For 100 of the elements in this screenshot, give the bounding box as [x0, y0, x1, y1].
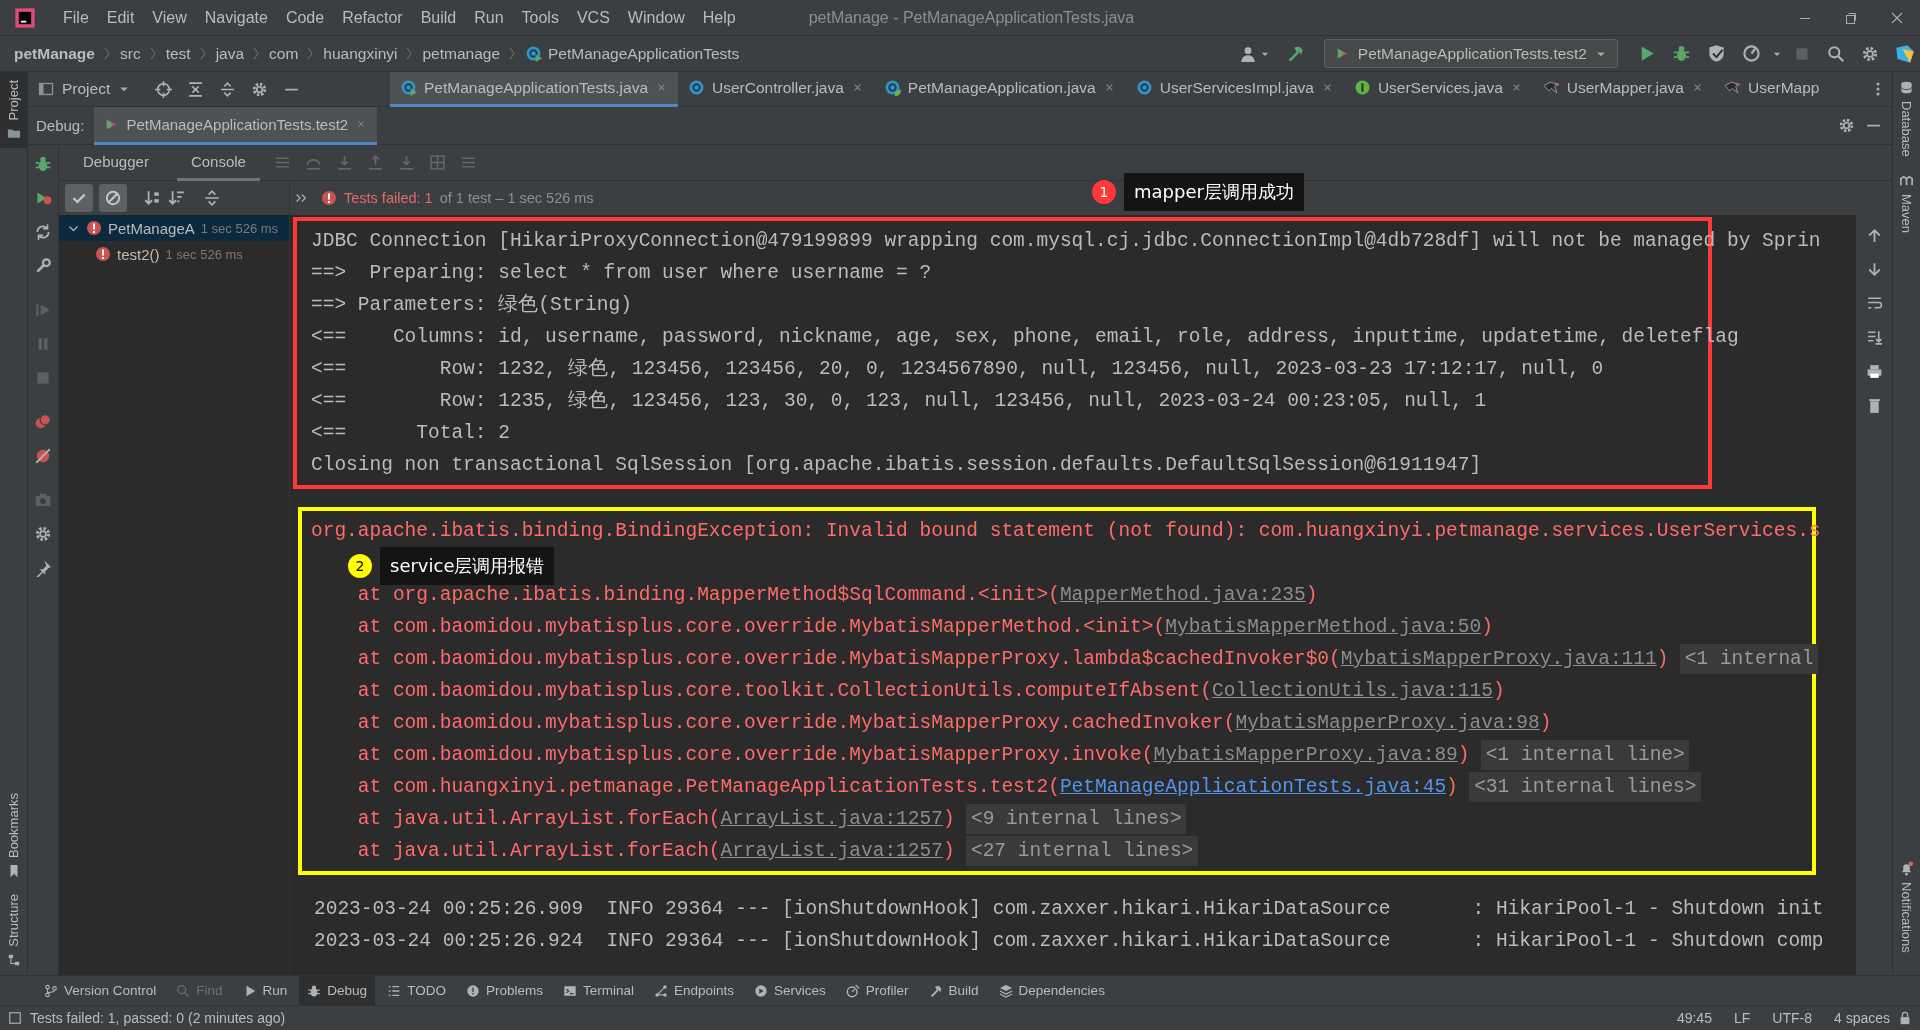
- editor-tab[interactable]: UserController.java: [678, 71, 874, 107]
- breadcrumb[interactable]: petManage: [14, 44, 95, 63]
- editor-tab[interactable]: UserMapper.java: [1532, 71, 1714, 107]
- menu-item[interactable]: Window: [618, 8, 694, 27]
- menu-item[interactable]: File: [54, 8, 98, 27]
- source-link[interactable]: ArrayList.java:1257: [720, 840, 943, 862]
- debug-session-tab[interactable]: PetManageApplicationTests.test2: [94, 106, 378, 145]
- menu-item[interactable]: View: [143, 8, 196, 27]
- coverage-icon[interactable]: [1707, 44, 1726, 63]
- tool-window-button[interactable]: Dependencies: [990, 976, 1113, 1005]
- show-ignored-toggle[interactable]: [99, 184, 127, 212]
- menu-item[interactable]: Navigate: [195, 8, 277, 27]
- menu-item[interactable]: Help: [693, 8, 745, 27]
- debug-icon[interactable]: [34, 155, 52, 173]
- tool-window-button[interactable]: Run: [234, 976, 296, 1005]
- file-encoding[interactable]: UTF-8: [1772, 1010, 1812, 1026]
- editor-tab[interactable]: UserServicesImpl.java: [1125, 71, 1344, 107]
- menu-item[interactable]: Refactor: [333, 8, 412, 27]
- collapse-all-icon[interactable]: [187, 80, 205, 98]
- line-separator[interactable]: LF: [1733, 1010, 1751, 1026]
- rerun-failed-icon[interactable]: [34, 189, 52, 207]
- internal-lines-badge[interactable]: <9 internal lines>: [966, 804, 1187, 834]
- tool-window-button[interactable]: Structure: [0, 886, 27, 975]
- editor-tab[interactable]: UserServices.java: [1343, 71, 1533, 107]
- tool-window-button[interactable]: Debug: [299, 976, 376, 1005]
- restart-icon[interactable]: [34, 223, 52, 241]
- scroll-to-end-icon[interactable]: [1865, 329, 1883, 346]
- source-link[interactable]: ArrayList.java:1257: [720, 808, 943, 830]
- user-icon[interactable]: [1238, 44, 1257, 63]
- tool-window-button[interactable]: TODO: [379, 976, 454, 1005]
- sort-by-duration-icon[interactable]: [167, 189, 185, 207]
- breadcrumb[interactable]: java: [215, 44, 245, 63]
- project-view-dropdown[interactable]: Project: [38, 80, 131, 98]
- tool-window-button[interactable]: Maven: [1893, 164, 1920, 241]
- menu-item[interactable]: Code: [276, 8, 334, 27]
- test-tree-item[interactable]: test2() 1 sec 526 ms: [59, 241, 289, 267]
- tool-window-button[interactable]: Project: [0, 72, 27, 149]
- expand-all-icon[interactable]: [203, 189, 221, 207]
- search-icon[interactable]: [1827, 44, 1845, 63]
- lock-icon[interactable]: [1898, 1011, 1912, 1025]
- menu-item[interactable]: VCS: [567, 8, 619, 27]
- editor-tab[interactable]: PetManageApplicationTests.java: [390, 71, 679, 107]
- tool-window-button[interactable]: Database: [1893, 72, 1920, 165]
- internal-lines-badge[interactable]: <1 internal: [1680, 644, 1819, 674]
- source-link[interactable]: MybatisMapperMethod.java:50: [1165, 616, 1482, 638]
- source-link[interactable]: CollectionUtils.java:115: [1212, 680, 1493, 702]
- show-passed-toggle[interactable]: [65, 184, 93, 212]
- editor-tab[interactable]: PetManageApplication.java: [873, 71, 1126, 107]
- test-tree-item[interactable]: PetManageA 1 sec 526 ms: [59, 215, 289, 241]
- menu-item[interactable]: Tools: [512, 8, 568, 27]
- more-icon[interactable]: [294, 191, 308, 205]
- settings-icon[interactable]: [1861, 44, 1879, 63]
- tool-window-button[interactable]: Problems: [457, 976, 551, 1005]
- settings-icon[interactable]: [251, 80, 269, 98]
- pin-icon[interactable]: [34, 559, 52, 577]
- tool-window-button[interactable]: Notifications: [1893, 853, 1920, 961]
- tool-window-button[interactable]: Bookmarks: [0, 785, 27, 887]
- settings-icon[interactable]: [1838, 117, 1855, 134]
- tool-window-button[interactable]: Services: [746, 976, 834, 1005]
- source-link[interactable]: MybatisMapperProxy.java:89: [1153, 744, 1458, 766]
- profiler-icon[interactable]: [1742, 44, 1761, 63]
- internal-lines-badge[interactable]: <27 internal lines>: [966, 836, 1198, 866]
- wrench-icon[interactable]: [34, 257, 52, 275]
- run-configuration-dropdown[interactable]: PetManageApplicationTests.test2: [1323, 39, 1618, 68]
- print-icon[interactable]: [1865, 363, 1883, 380]
- app-logo[interactable]: [1895, 43, 1915, 64]
- breakpoints-icon[interactable]: [34, 413, 52, 431]
- menu-item[interactable]: Edit: [97, 8, 144, 27]
- tool-window-button[interactable]: Profiler: [837, 976, 917, 1005]
- editor-tab[interactable]: UserMapp: [1713, 71, 1830, 107]
- status-icon[interactable]: [8, 1011, 22, 1025]
- settings-icon[interactable]: [34, 525, 52, 543]
- menu-item[interactable]: Run: [465, 8, 513, 27]
- source-link[interactable]: MybatisMapperProxy.java:98: [1235, 712, 1540, 734]
- breadcrumb[interactable]: src: [119, 44, 141, 63]
- mute-breakpoints-icon[interactable]: [34, 447, 52, 465]
- tool-window-button[interactable]: Endpoints: [645, 976, 742, 1005]
- tool-window-button[interactable]: Build: [920, 976, 987, 1005]
- internal-lines-badge[interactable]: <1 internal line>: [1481, 740, 1690, 770]
- breadcrumb[interactable]: petmanage: [422, 44, 501, 63]
- indent-setting[interactable]: 4 spaces: [1833, 1010, 1890, 1026]
- sort-alphabetically-icon[interactable]: [143, 189, 161, 207]
- tool-window-button[interactable]: Version Control: [36, 976, 165, 1005]
- cursor-position[interactable]: 49:45: [1676, 1010, 1712, 1026]
- debug-tab[interactable]: Debugger: [69, 144, 163, 181]
- breadcrumb[interactable]: PetManageApplicationTests: [548, 44, 740, 63]
- locate-icon[interactable]: [155, 80, 173, 98]
- bug-icon: [307, 983, 322, 998]
- source-link[interactable]: MybatisMapperProxy.java:111: [1340, 648, 1657, 670]
- source-link[interactable]: MapperMethod.java:235: [1059, 584, 1306, 606]
- tool-window-button[interactable]: Terminal: [554, 976, 642, 1005]
- breadcrumb[interactable]: com: [269, 44, 299, 63]
- expand-all-icon[interactable]: [219, 80, 237, 98]
- source-link[interactable]: PetManageApplicationTests.java:45: [1059, 776, 1447, 798]
- menu-item[interactable]: Build: [411, 8, 466, 27]
- breadcrumb[interactable]: huangxinyi: [323, 44, 398, 63]
- breadcrumb[interactable]: test: [165, 44, 191, 63]
- internal-lines-badge[interactable]: <31 internal lines>: [1469, 772, 1702, 802]
- soft-wrap-icon[interactable]: [1865, 295, 1883, 312]
- debug-icon[interactable]: [1672, 44, 1691, 63]
